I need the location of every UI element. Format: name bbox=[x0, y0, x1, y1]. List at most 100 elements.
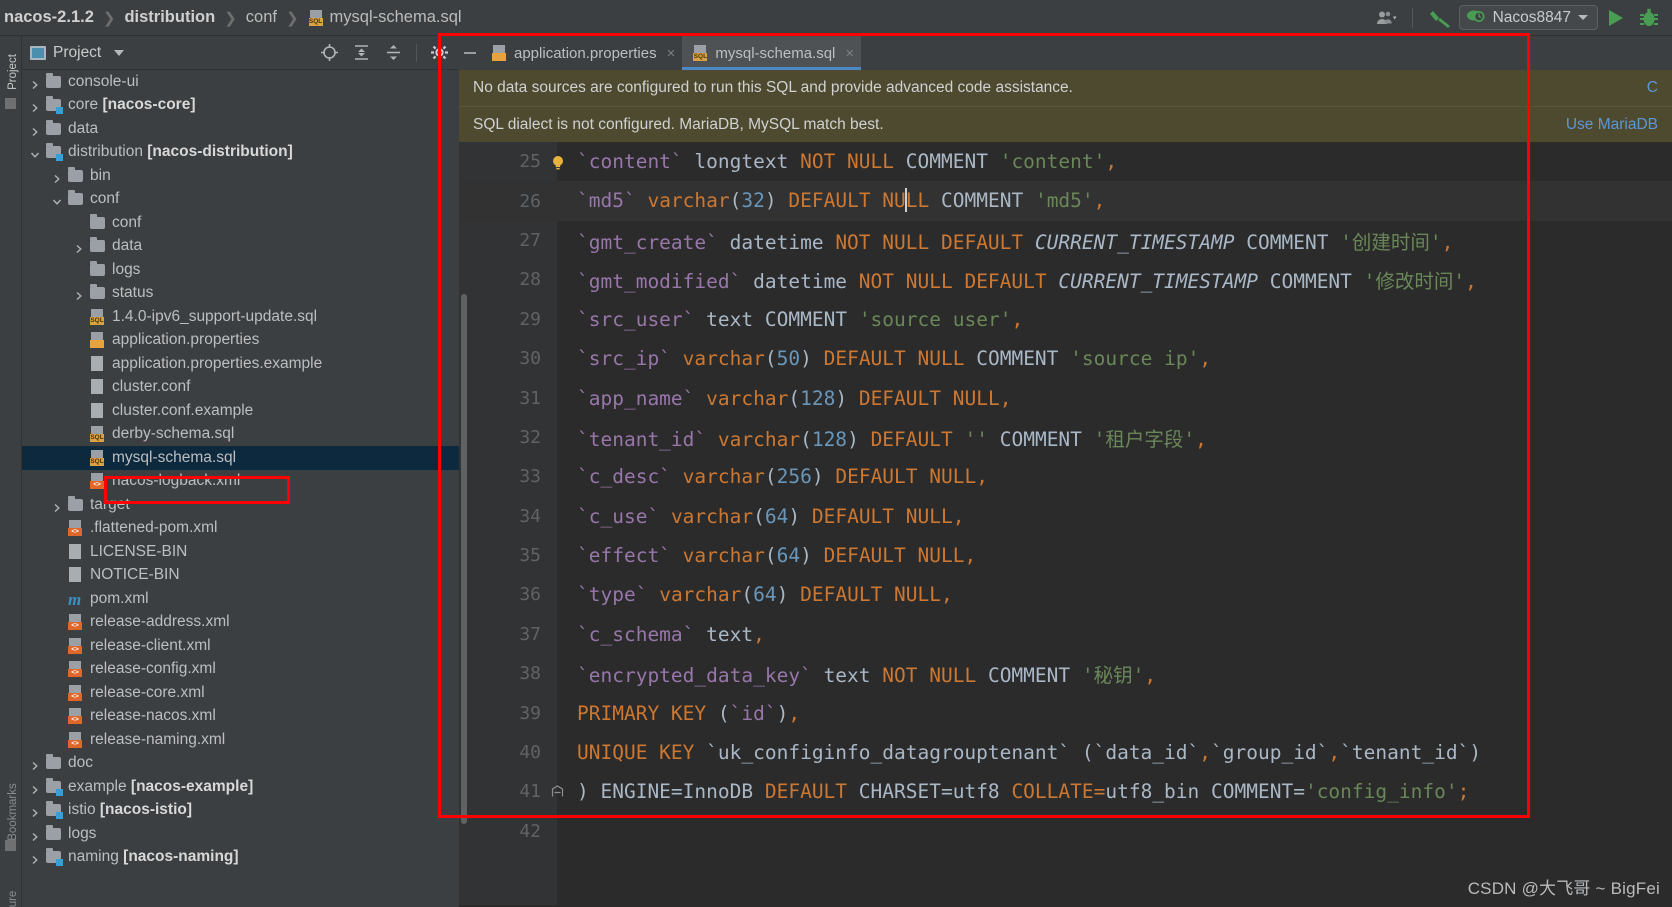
chevron-down-icon[interactable] bbox=[52, 194, 62, 206]
code-line[interactable]: 35 `effect` varchar(64) DEFAULT NULL, bbox=[459, 536, 1672, 575]
tree-node[interactable]: data bbox=[22, 235, 459, 259]
code-line[interactable]: 36 `type` varchar(64) DEFAULT NULL, bbox=[459, 575, 1672, 614]
tree-node[interactable]: status bbox=[22, 282, 459, 306]
chevron-right-icon[interactable] bbox=[74, 288, 84, 301]
expand-all-icon[interactable] bbox=[352, 43, 371, 62]
tree-node[interactable]: console-ui bbox=[22, 70, 459, 94]
code-line[interactable]: 29 `src_user` text COMMENT 'source user', bbox=[459, 300, 1672, 339]
user-avatar-icon[interactable] bbox=[1370, 4, 1404, 32]
tree-node-label: conf bbox=[112, 213, 142, 231]
tool-window-button-bookmarks[interactable]: Bookmarks bbox=[7, 782, 19, 842]
code-line[interactable]: 37 `c_schema` text, bbox=[459, 615, 1672, 654]
chevron-right-icon[interactable] bbox=[30, 829, 40, 841]
chevron-right-icon[interactable] bbox=[30, 782, 40, 794]
close-icon[interactable]: × bbox=[845, 45, 854, 62]
code-line[interactable]: 33 `c_desc` varchar(256) DEFAULT NULL, bbox=[459, 457, 1672, 496]
chevron-down-icon[interactable] bbox=[1578, 15, 1588, 20]
tree-node[interactable]: <> release-address.xml bbox=[22, 611, 459, 635]
run-play-icon[interactable] bbox=[1598, 4, 1632, 32]
chevron-down-icon[interactable] bbox=[114, 49, 125, 56]
tree-node[interactable]: naming [nacos-naming] bbox=[22, 846, 459, 870]
code-line[interactable]: 28 `gmt_modified` datetime NOT NULL DEFAU… bbox=[459, 260, 1672, 299]
tree-node-selected[interactable]: SQL mysql-schema.sql bbox=[22, 446, 459, 470]
tree-node[interactable]: cluster.conf.example bbox=[22, 399, 459, 423]
chevron-right-icon[interactable] bbox=[52, 500, 62, 512]
tree-node[interactable]: core [nacos-core] bbox=[22, 94, 459, 118]
tree-node[interactable]: LICENSE-BIN bbox=[22, 540, 459, 564]
project-tree[interactable]: console-ui core [nacos-core] data distribut… bbox=[22, 70, 459, 907]
chevron-right-icon[interactable] bbox=[30, 77, 40, 89]
run-configuration-selector[interactable]: Nacos8847 bbox=[1458, 5, 1598, 30]
code-line[interactable]: 25 `content` longtext NOT NULL COMMENT 'c… bbox=[459, 142, 1672, 181]
tree-node[interactable]: application.properties bbox=[22, 329, 459, 353]
code-line[interactable]: 30 `src_ip` varchar(50) DEFAULT NULL COMM… bbox=[459, 339, 1672, 378]
editor-tab[interactable]: application.properties × bbox=[481, 36, 682, 70]
hide-tool-window-icon[interactable] bbox=[459, 36, 481, 70]
tree-node[interactable]: <> release-core.xml bbox=[22, 681, 459, 705]
tree-node[interactable]: bin bbox=[22, 164, 459, 188]
debug-bug-icon[interactable] bbox=[1632, 4, 1666, 32]
folder-icon bbox=[67, 166, 84, 184]
chevron-right-icon[interactable] bbox=[30, 124, 40, 136]
tree-node[interactable]: cluster.conf bbox=[22, 376, 459, 400]
tool-window-button-structure[interactable]: Structure bbox=[7, 884, 19, 907]
folder-icon bbox=[67, 495, 84, 513]
intention-bulb-icon[interactable] bbox=[551, 155, 565, 170]
tree-node[interactable]: NOTICE-BIN bbox=[22, 564, 459, 588]
close-icon[interactable]: × bbox=[667, 45, 676, 62]
tree-node[interactable]: conf bbox=[22, 211, 459, 235]
editor-tab[interactable]: SQL mysql-schema.sql × bbox=[682, 36, 862, 70]
breadcrumb-item[interactable]: conf bbox=[246, 8, 277, 27]
chevron-right-icon[interactable] bbox=[30, 100, 40, 113]
chevron-right-icon[interactable] bbox=[74, 241, 84, 254]
tree-node[interactable]: doc bbox=[22, 752, 459, 776]
chevron-down-icon[interactable] bbox=[30, 147, 40, 159]
chevron-right-icon[interactable] bbox=[30, 805, 40, 818]
use-mariadb-link[interactable]: Use MariaDB bbox=[1566, 116, 1658, 134]
chevron-right-icon[interactable] bbox=[52, 171, 62, 183]
settings-gear-icon[interactable] bbox=[430, 43, 449, 62]
tree-node[interactable]: istio [nacos-istio] bbox=[22, 799, 459, 823]
tree-node[interactable]: target bbox=[22, 493, 459, 517]
tree-node[interactable]: distribution [nacos-distribution] bbox=[22, 141, 459, 165]
code-line[interactable]: 42 bbox=[459, 812, 1672, 851]
breadcrumb-item[interactable]: mysql-schema.sql bbox=[330, 8, 462, 27]
tree-node[interactable]: SQL 1.4.0-ipv6_support-update.sql bbox=[22, 305, 459, 329]
tree-node[interactable]: data bbox=[22, 117, 459, 141]
tree-node[interactable]: <> release-nacos.xml bbox=[22, 705, 459, 729]
breadcrumb-item[interactable]: nacos-2.1.2 bbox=[4, 8, 94, 27]
configure-data-source-link[interactable]: C bbox=[1647, 79, 1658, 97]
tree-node[interactable]: <> nacos-logback.xml bbox=[22, 470, 459, 494]
tree-node[interactable]: logs bbox=[22, 822, 459, 846]
code-token: UNIQUE KEY bbox=[577, 741, 695, 765]
tree-node[interactable]: application.properties.example bbox=[22, 352, 459, 376]
breadcrumb-item[interactable]: distribution bbox=[124, 8, 215, 27]
code-line[interactable]: 40 UNIQUE KEY `uk_configinfo_datagroupten… bbox=[459, 733, 1672, 772]
chevron-right-icon[interactable] bbox=[30, 852, 40, 865]
tree-node[interactable]: <> release-naming.xml bbox=[22, 728, 459, 752]
tool-window-button-project[interactable]: Project bbox=[7, 42, 19, 102]
tree-node[interactable]: example [nacos-example] bbox=[22, 775, 459, 799]
code-token: ) bbox=[764, 188, 777, 212]
tree-node[interactable]: <> .flattened-pom.xml bbox=[22, 517, 459, 541]
code-line[interactable]: 38 `encrypted_data_key` text NOT NULL COM… bbox=[459, 654, 1672, 693]
code-line[interactable]: 26 `md5` varchar(32) DEFAULT NULL COMMENT… bbox=[459, 181, 1672, 221]
tree-node[interactable]: <> release-config.xml bbox=[22, 658, 459, 682]
tree-node[interactable]: <> release-client.xml bbox=[22, 634, 459, 658]
code-line[interactable]: 27 `gmt_create` datetime NOT NULL DEFAULT… bbox=[459, 221, 1672, 260]
code-line[interactable]: 39 PRIMARY KEY (`id`), bbox=[459, 693, 1672, 732]
code-line[interactable]: 32 `tenant_id` varchar(128) DEFAULT '' CO… bbox=[459, 418, 1672, 457]
chevron-right-icon[interactable] bbox=[30, 758, 40, 771]
code-line[interactable]: 31 `app_name` varchar(128) DEFAULT NULL, bbox=[459, 378, 1672, 417]
tree-node[interactable]: conf bbox=[22, 188, 459, 212]
code-line[interactable]: 34 `c_use` varchar(64) DEFAULT NULL, bbox=[459, 497, 1672, 536]
build-hammer-icon[interactable] bbox=[1421, 4, 1459, 32]
tree-node[interactable]: SQL derby-schema.sql bbox=[22, 423, 459, 447]
collapse-all-icon[interactable] bbox=[384, 43, 403, 62]
code-fold-icon[interactable] bbox=[551, 785, 564, 798]
code-editor[interactable]: 25 `content` longtext NOT NULL COMMENT 'c… bbox=[459, 142, 1672, 905]
tree-node[interactable]: logs bbox=[22, 258, 459, 282]
locate-target-icon[interactable] bbox=[320, 43, 339, 62]
code-line[interactable]: 41) ENGINE=InnoDB DEFAULT CHARSET=utf8 C… bbox=[459, 772, 1672, 811]
tree-node[interactable]: m pom.xml bbox=[22, 587, 459, 611]
